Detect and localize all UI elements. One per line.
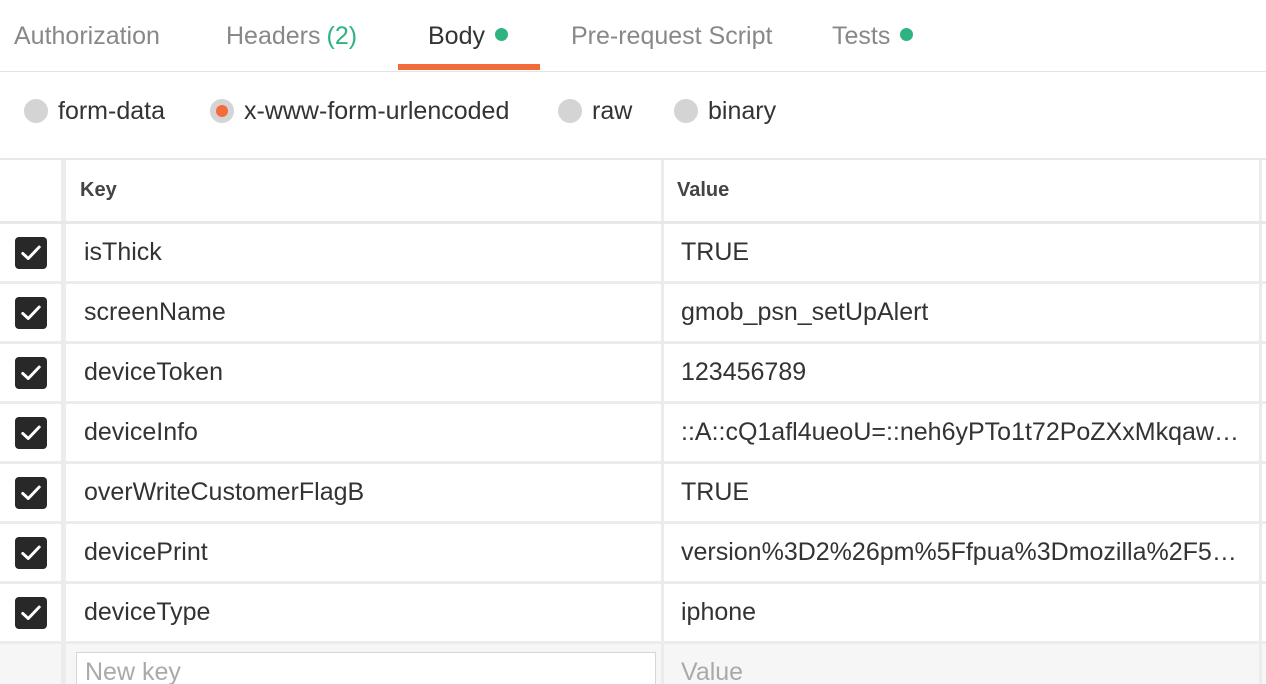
new-row-check-cell: [0, 644, 66, 684]
checkmark-icon: [20, 245, 41, 260]
row-key-field[interactable]: overWriteCustomerFlagB: [66, 464, 664, 521]
row-enabled-checkbox[interactable]: [14, 416, 47, 449]
table-row: deviceToken 123456789: [0, 344, 1266, 404]
radio-binary-label: binary: [708, 96, 777, 125]
radio-binary[interactable]: binary: [674, 72, 776, 150]
new-value-cell: [664, 644, 1262, 684]
row-value-text: 123456789: [681, 358, 807, 386]
tab-tests-label: Tests: [832, 22, 891, 50]
new-value-input[interactable]: [681, 652, 1239, 684]
checkmark-icon: [20, 545, 41, 560]
tab-pre-request-script-label: Pre-request Script: [571, 22, 773, 50]
header-check-cell: [0, 160, 66, 221]
row-check-cell: [0, 524, 66, 581]
tab-body-label: Body: [428, 22, 485, 50]
radio-raw[interactable]: raw: [558, 72, 632, 150]
tab-body[interactable]: Body: [428, 0, 508, 72]
row-check-cell: [0, 584, 66, 641]
row-enabled-checkbox[interactable]: [14, 536, 47, 569]
checkmark-icon: [20, 425, 41, 440]
row-value-field[interactable]: TRUE: [664, 224, 1262, 281]
row-enabled-checkbox[interactable]: [14, 296, 47, 329]
row-enabled-checkbox[interactable]: [14, 356, 47, 389]
row-value-field[interactable]: iphone: [664, 584, 1262, 641]
row-key-field[interactable]: isThick: [66, 224, 664, 281]
radio-x-www-form-urlencoded[interactable]: x-www-form-urlencoded: [210, 72, 509, 150]
active-tab-underline: [398, 64, 540, 70]
row-value-text: ::A::cQ1afl4ueoU=::neh6yPTo1t72PoZXxMkqa…: [681, 418, 1239, 446]
body-status-dot-icon: [494, 28, 508, 41]
row-check-cell: [0, 224, 66, 281]
radio-form-data[interactable]: form-data: [24, 72, 165, 150]
checkmark-icon: [20, 485, 41, 500]
radio-circle-icon: [558, 99, 582, 123]
row-value-text: TRUE: [681, 238, 750, 266]
table-row: isThick TRUE: [0, 224, 1266, 284]
row-value-field[interactable]: gmob_psn_setUpAlert: [664, 284, 1262, 341]
row-value-field[interactable]: TRUE: [664, 464, 1262, 521]
row-key-field[interactable]: devicePrint: [66, 524, 664, 581]
row-enabled-checkbox[interactable]: [14, 236, 47, 269]
radio-x-www-form-urlencoded-label: x-www-form-urlencoded: [244, 96, 510, 125]
row-key-field[interactable]: deviceType: [66, 584, 664, 641]
new-key-input[interactable]: [76, 652, 656, 684]
request-tabs: Authorization Headers (2) Body Pre-reques…: [0, 0, 1266, 72]
row-value-field[interactable]: 123456789: [664, 344, 1262, 401]
new-param-row: [0, 644, 1266, 684]
tab-headers[interactable]: Headers (2): [226, 0, 357, 72]
radio-circle-icon: [674, 99, 698, 123]
key-column-header: Key: [66, 160, 664, 221]
radio-raw-label: raw: [592, 96, 633, 125]
table-row: deviceInfo ::A::cQ1afl4ueoU=::neh6yPTo1t…: [0, 404, 1266, 464]
tab-authorization-label: Authorization: [14, 22, 160, 50]
row-value-text: version%3D2%26pm%5Ffpua%3Dmozilla%2F5%..…: [681, 538, 1239, 566]
radio-circle-icon: [24, 99, 48, 123]
tab-pre-request-script[interactable]: Pre-request Script: [571, 0, 772, 72]
table-header-row: Key Value: [0, 160, 1266, 224]
checkmark-icon: [20, 305, 41, 320]
tab-authorization[interactable]: Authorization: [14, 0, 160, 72]
row-value-text: iphone: [681, 598, 757, 626]
table-row: deviceType iphone: [0, 584, 1266, 644]
row-check-cell: [0, 284, 66, 341]
radio-selected-icon: [210, 99, 234, 123]
row-key-field[interactable]: deviceInfo: [66, 404, 664, 461]
checkmark-icon: [20, 365, 41, 380]
row-value-field[interactable]: version%3D2%26pm%5Ffpua%3Dmozilla%2F5%..…: [664, 524, 1262, 581]
tab-headers-label: Headers: [226, 22, 321, 50]
checkmark-icon: [20, 605, 41, 620]
value-column-header: Value: [664, 160, 1262, 221]
row-check-cell: [0, 464, 66, 521]
row-check-cell: [0, 404, 66, 461]
table-row: devicePrint version%3D2%26pm%5Ffpua%3Dmo…: [0, 524, 1266, 584]
row-key-field[interactable]: screenName: [66, 284, 664, 341]
body-mode-radio-group: form-data x-www-form-urlencoded raw bina…: [0, 72, 1266, 158]
table-row: overWriteCustomerFlagB TRUE: [0, 464, 1266, 524]
row-enabled-checkbox[interactable]: [14, 476, 47, 509]
table-row: screenName gmob_psn_setUpAlert: [0, 284, 1266, 344]
tests-status-dot-icon: [900, 28, 914, 41]
row-value-text: gmob_psn_setUpAlert: [681, 298, 929, 326]
headers-count-badge: (2): [326, 22, 358, 50]
row-value-field[interactable]: ::A::cQ1afl4ueoU=::neh6yPTo1t72PoZXxMkqa…: [664, 404, 1262, 461]
row-enabled-checkbox[interactable]: [14, 596, 47, 629]
new-key-cell: [66, 644, 664, 684]
row-value-text: TRUE: [681, 478, 750, 506]
tab-tests[interactable]: Tests: [832, 0, 914, 72]
row-check-cell: [0, 344, 66, 401]
row-key-field[interactable]: deviceToken: [66, 344, 664, 401]
radio-form-data-label: form-data: [58, 96, 165, 125]
